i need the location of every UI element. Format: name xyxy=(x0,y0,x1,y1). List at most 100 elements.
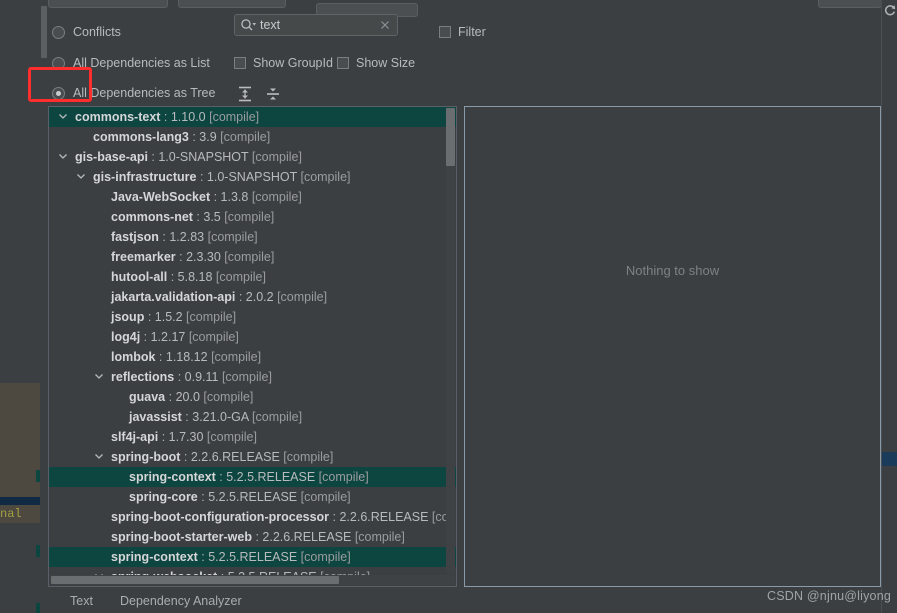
tree-row[interactable]: commons-lang3 : 3.9 [compile] xyxy=(49,127,456,147)
tree-row[interactable]: gis-infrastructure : 1.0-SNAPSHOT [compi… xyxy=(49,167,456,187)
clipped-toolbar-strip xyxy=(48,0,897,17)
tree-row-label: gis-base-api : 1.0-SNAPSHOT [compile] xyxy=(75,147,302,167)
expand-all-icon[interactable] xyxy=(234,83,256,105)
artifact-scope: [compile] xyxy=(220,210,275,224)
artifact-version: 1.5.2 xyxy=(154,310,183,324)
artifact-id: spring-context xyxy=(129,470,216,484)
editor-code-fragment: nal xyxy=(0,505,40,523)
tree-row[interactable]: spring-boot-starter-web : 2.2.6.RELEASE … xyxy=(49,527,456,547)
artifact-id: log4j xyxy=(111,330,141,344)
dependency-tree-list[interactable]: commons-text : 1.10.0 [compile] commons-l… xyxy=(49,107,456,586)
tree-row[interactable]: spring-context : 5.2.5.RELEASE [compile] xyxy=(49,547,456,567)
radio-conflicts-indicator[interactable] xyxy=(52,25,65,39)
gutter-marker[interactable] xyxy=(882,452,897,466)
left-scrollbar-thumb[interactable] xyxy=(41,6,47,58)
tree-vertical-scrollbar-thumb[interactable] xyxy=(446,108,455,166)
radio-all-dependencies-as-list[interactable]: All Dependencies as List xyxy=(52,56,210,70)
artifact-version: 2.2.6.RELEASE xyxy=(262,530,352,544)
artifact-id: commons-lang3 xyxy=(93,130,189,144)
chevron-down-icon[interactable] xyxy=(75,167,87,187)
artifact-scope: [compile] xyxy=(297,170,351,184)
artifact-scope: [compile] xyxy=(248,150,302,164)
radio-all-dependencies-as-tree[interactable]: All Dependencies as Tree xyxy=(52,86,215,100)
tree-vertical-scrollbar-track[interactable] xyxy=(446,108,455,574)
separator: : xyxy=(147,150,159,164)
artifact-scope: [compile] xyxy=(218,370,272,384)
collapse-all-icon[interactable] xyxy=(262,83,284,105)
artifact-version: 5.2.5.RELEASE xyxy=(208,490,298,504)
radio-conflicts[interactable]: Conflicts xyxy=(52,25,121,39)
tree-row-label: spring-boot-starter-web : 2.2.6.RELEASE … xyxy=(111,527,405,547)
artifact-id: fastjson xyxy=(111,230,159,244)
tree-row[interactable]: commons-net : 3.5 [compile] xyxy=(49,207,456,227)
tree-row[interactable]: log4j : 1.2.17 [compile] xyxy=(49,327,456,347)
tree-row-label: log4j : 1.2.17 [compile] xyxy=(111,327,239,347)
radio-tree-indicator[interactable] xyxy=(52,86,65,100)
separator: : xyxy=(144,310,155,324)
refresh-icon[interactable] xyxy=(883,3,897,17)
tree-row[interactable]: hutool-all : 5.8.18 [compile] xyxy=(49,267,456,287)
checkbox-show-groupid-box[interactable] xyxy=(234,57,246,69)
close-icon[interactable] xyxy=(376,16,394,34)
tree-row-label: spring-core : 5.2.5.RELEASE [compile] xyxy=(129,487,351,507)
artifact-scope: [compile] xyxy=(182,310,237,324)
artifact-version: 3.21.0-GA xyxy=(192,410,249,424)
dependency-toolbar: Conflicts All Dependencies as List All D… xyxy=(48,9,858,105)
tree-row[interactable]: jsoup : 1.5.2 [compile] xyxy=(49,307,456,327)
tab-text[interactable]: Text xyxy=(70,592,93,611)
tree-row[interactable]: spring-boot-configuration-processor : 2.… xyxy=(49,507,456,527)
artifact-scope: [compile] xyxy=(205,110,260,124)
artifact-id: guava xyxy=(129,390,166,404)
chevron-down-icon[interactable] xyxy=(57,147,69,167)
search-input-value[interactable]: text xyxy=(260,18,376,32)
tree-row[interactable]: slf4j-api : 1.7.30 [compile] xyxy=(49,427,456,447)
tree-row[interactable]: lombok : 1.18.12 [compile] xyxy=(49,347,456,367)
search-icon[interactable] xyxy=(238,15,258,35)
artifact-id: gis-base-api xyxy=(75,150,148,164)
tree-row[interactable]: gis-base-api : 1.0-SNAPSHOT [compile] xyxy=(49,147,456,167)
tree-row[interactable]: fastjson : 1.2.83 [compile] xyxy=(49,227,456,247)
separator: : xyxy=(167,270,178,284)
left-scrollbar-track[interactable] xyxy=(40,0,48,613)
artifact-version: 3.9 xyxy=(199,130,217,144)
tab-dependency-analyzer[interactable]: Dependency Analyzer xyxy=(120,592,242,611)
tree-row-label: commons-net : 3.5 [compile] xyxy=(111,207,274,227)
separator: : xyxy=(210,190,221,204)
tree-row[interactable]: spring-core : 5.2.5.RELEASE [compile] xyxy=(49,487,456,507)
tree-row[interactable]: commons-text : 1.10.0 [compile] xyxy=(49,107,456,127)
tree-row[interactable]: Java-WebSocket : 1.3.8 [compile] xyxy=(49,187,456,207)
clipped-widget-2[interactable] xyxy=(178,0,286,8)
artifact-version: 5.2.5.RELEASE xyxy=(226,470,316,484)
radio-tree-label: All Dependencies as Tree xyxy=(73,86,216,100)
checkbox-show-size-box[interactable] xyxy=(337,57,349,69)
clipped-widget-1[interactable] xyxy=(48,0,168,8)
checkbox-filter-box[interactable] xyxy=(439,26,451,38)
tree-horizontal-scrollbar-thumb[interactable] xyxy=(51,576,339,584)
tree-row[interactable]: jakarta.validation-api : 2.0.2 [compile] xyxy=(49,287,456,307)
tree-row[interactable]: spring-context : 5.2.5.RELEASE [compile] xyxy=(49,467,456,487)
checkbox-show-size[interactable]: Show Size xyxy=(337,56,415,70)
checkbox-filter[interactable]: Filter xyxy=(439,25,486,39)
chevron-down-icon[interactable] xyxy=(93,447,105,467)
artifact-scope: [compile] xyxy=(203,430,257,444)
separator: : xyxy=(188,130,200,144)
artifact-version: 5.2.5.RELEASE xyxy=(208,550,298,564)
radio-list-indicator[interactable] xyxy=(52,56,65,70)
artifact-scope: [compile] xyxy=(279,450,334,464)
tree-row[interactable]: spring-boot : 2.2.6.RELEASE [compile] xyxy=(49,447,456,467)
tree-row[interactable]: guava : 20.0 [compile] xyxy=(49,387,456,407)
clipped-widget-4[interactable] xyxy=(818,0,882,8)
checkbox-show-groupid[interactable]: Show GroupId xyxy=(234,56,333,70)
chevron-down-icon[interactable] xyxy=(57,107,69,127)
separator: : xyxy=(329,510,340,524)
search-input[interactable]: text xyxy=(234,14,398,36)
empty-state-message: Nothing to show xyxy=(625,263,720,278)
dependency-tree-panel[interactable]: commons-text : 1.10.0 [compile] commons-l… xyxy=(48,106,457,587)
chevron-down-icon[interactable] xyxy=(93,367,105,387)
separator: : xyxy=(158,430,169,444)
tree-row[interactable]: freemarker : 2.3.30 [compile] xyxy=(49,247,456,267)
tree-row[interactable]: reflections : 0.9.11 [compile] xyxy=(49,367,456,387)
tree-row[interactable]: javassist : 3.21.0-GA [compile] xyxy=(49,407,456,427)
artifact-scope: [compile] xyxy=(185,330,239,344)
artifact-id: spring-core xyxy=(129,490,198,504)
